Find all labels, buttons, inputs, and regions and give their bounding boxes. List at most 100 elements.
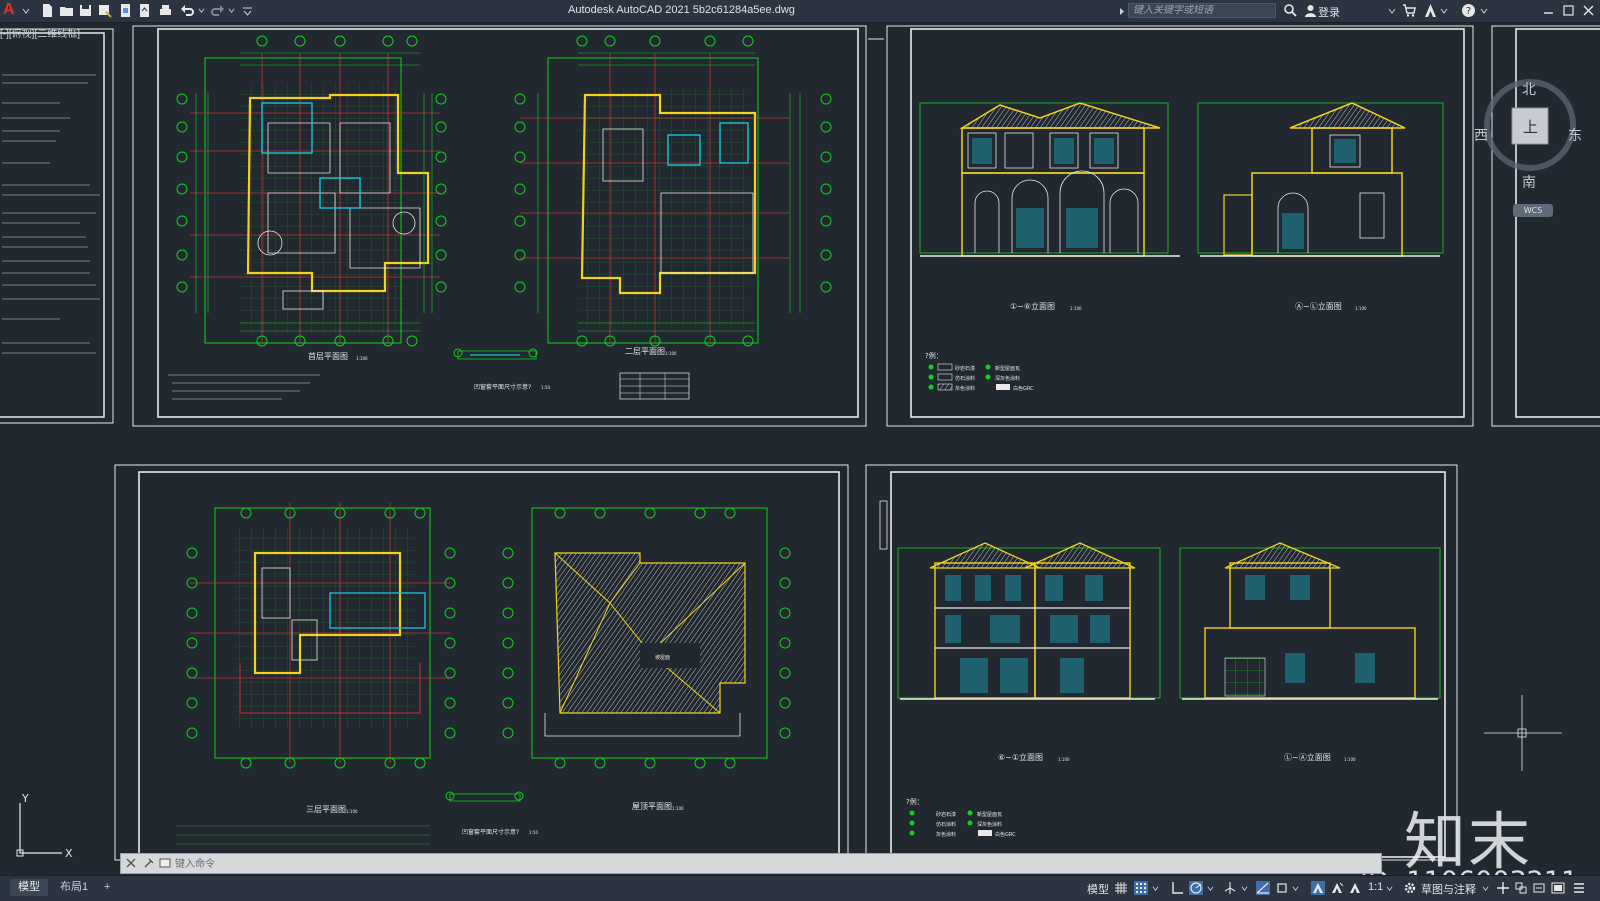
elevation-6-1-scale: 1:100 bbox=[1058, 757, 1070, 762]
add-layout-button[interactable]: + bbox=[96, 879, 118, 896]
shopping-cart-icon[interactable] bbox=[1402, 3, 1417, 18]
viewcube-south[interactable]: 南 bbox=[1522, 172, 1536, 192]
save-as-icon[interactable] bbox=[97, 3, 112, 18]
crosshair-cursor bbox=[1484, 695, 1562, 771]
window-detail-title: 凹窗套平面尺寸示意? bbox=[474, 383, 531, 391]
undo-dropdown-icon[interactable] bbox=[198, 7, 205, 14]
hardware-acceleration-icon[interactable] bbox=[1532, 881, 1546, 895]
object-snap-icon[interactable] bbox=[1275, 881, 1289, 895]
viewcube-top-face[interactable]: 上 bbox=[1523, 116, 1538, 137]
elevation-a-l: Ⓐ~Ⓛ立面图 1:100 bbox=[1197, 102, 1444, 311]
annotation-monitor-icon[interactable] bbox=[1496, 881, 1510, 895]
redo-dropdown-icon[interactable] bbox=[228, 7, 235, 14]
snap-dropdown-icon[interactable] bbox=[1152, 885, 1159, 892]
command-line[interactable] bbox=[120, 853, 1382, 874]
drawing-canvas[interactable]: 首层平面图 1:100 凹窗套平面尺寸示意? 1:50 二层平面图 1:100 … bbox=[0, 23, 1600, 897]
viewcube[interactable]: 北 南 东 西 上 bbox=[1474, 73, 1582, 191]
ortho-icon[interactable] bbox=[1170, 881, 1184, 895]
workspace-dropdown-icon[interactable] bbox=[1482, 885, 1489, 892]
annotation-scale-icon[interactable] bbox=[1348, 881, 1362, 895]
customize-toolbar-icon[interactable] bbox=[240, 3, 255, 18]
workspace-gear-icon[interactable] bbox=[1403, 881, 1417, 895]
polar-tracking-icon[interactable] bbox=[1189, 881, 1203, 895]
tab-layout1[interactable]: 布局1 bbox=[52, 879, 96, 896]
viewport-controls[interactable]: [-][俯视][二维线框] bbox=[0, 25, 80, 40]
app-menu-chevron-icon[interactable] bbox=[22, 7, 30, 15]
close-icon[interactable] bbox=[1581, 3, 1596, 18]
legend-item-1: 砂岩石漆 bbox=[955, 365, 975, 372]
legend-item-4: 新型屋面瓦 bbox=[995, 365, 1020, 372]
undo-icon[interactable] bbox=[180, 3, 195, 18]
viewcube-east[interactable]: 东 bbox=[1568, 125, 1582, 145]
customization-menu-icon[interactable] bbox=[1572, 881, 1586, 895]
isolate-objects-icon[interactable] bbox=[1514, 881, 1528, 895]
window-detail-title-2: 凹窗套平面尺寸示意? bbox=[462, 828, 519, 836]
second-floor-plan: 二层平面图 1:100 bbox=[514, 35, 832, 400]
autodesk-a360-icon[interactable] bbox=[1423, 3, 1438, 18]
polar-dropdown-icon[interactable] bbox=[1207, 885, 1214, 892]
legend-item-6: 白色GRC bbox=[1013, 385, 1034, 392]
command-close-icon[interactable] bbox=[125, 857, 137, 869]
elevation-1-6-title: ①~⑥立面图 bbox=[1010, 301, 1055, 311]
open-folder-icon[interactable] bbox=[59, 3, 74, 18]
snap-mode-icon[interactable] bbox=[1134, 881, 1148, 895]
autocad-logo[interactable]: A bbox=[3, 1, 15, 19]
viewcube-north[interactable]: 北 bbox=[1522, 79, 1536, 99]
help-dropdown-icon[interactable] bbox=[1480, 7, 1488, 15]
workspace-switch[interactable]: 草图与注释 bbox=[1421, 881, 1476, 897]
elevation-l-a: Ⓛ~Ⓐ立面图 1:100 bbox=[1179, 542, 1441, 762]
login-dropdown-icon[interactable] bbox=[1388, 7, 1396, 15]
isodraft-dropdown-icon[interactable] bbox=[1241, 885, 1248, 892]
isodraft-icon[interactable] bbox=[1223, 881, 1237, 895]
legend2-item-6: 白色GRC bbox=[995, 831, 1016, 838]
legend2-item-4: 新型屋面瓦 bbox=[977, 811, 1002, 818]
scale-dropdown-icon[interactable] bbox=[1386, 885, 1393, 892]
legend-item-3: 灰色涂料 bbox=[955, 385, 975, 392]
elevation-6-1-title: ⑥~①立面图 bbox=[998, 752, 1043, 762]
sheet-elevations-2[interactable]: ⑥~①立面图 1:100 Ⓛ~Ⓐ立面图 1:100 ?例： 砂岩石漆 仿石涂料 … bbox=[865, 464, 1458, 861]
save-icon[interactable] bbox=[78, 3, 93, 18]
viewcube-west[interactable]: 西 bbox=[1474, 125, 1488, 145]
open-from-web-icon[interactable] bbox=[118, 3, 133, 18]
new-file-icon[interactable] bbox=[40, 3, 55, 18]
roof-plan: 坡屋面 屋顶平面图 1:100 bbox=[502, 507, 791, 811]
command-input[interactable] bbox=[173, 856, 1077, 872]
legend2-item-2: 仿石涂料 bbox=[936, 821, 956, 828]
ucs-x-label: X bbox=[65, 847, 73, 860]
title-bar: A Autodesk AutoCAD 2021 5b2c61284a5ee.dw… bbox=[0, 0, 1600, 23]
search-input[interactable] bbox=[1128, 3, 1276, 18]
user-icon[interactable] bbox=[1303, 3, 1318, 18]
roof-plan-scale: 1:100 bbox=[672, 806, 684, 811]
legend-title-1: ?例： bbox=[925, 351, 943, 360]
command-customize-icon[interactable] bbox=[143, 857, 155, 869]
elevation-a-l-title: Ⓐ~Ⓛ立面图 bbox=[1295, 301, 1342, 311]
object-snap-tracking-icon[interactable] bbox=[1256, 881, 1270, 895]
third-floor-scale: 1:100 bbox=[346, 809, 358, 814]
sheet-elevations-1[interactable]: ①~⑥立面图 1:100 Ⓐ~Ⓛ立面图 1:100 ?例： 砂岩石漆 仿石涂料 … bbox=[865, 25, 1474, 427]
annotation-visibility-icon[interactable] bbox=[1311, 881, 1325, 895]
ucs-y-label: Y bbox=[21, 792, 29, 805]
osnap-dropdown-icon[interactable] bbox=[1292, 885, 1299, 892]
search-expand-icon[interactable] bbox=[1119, 7, 1126, 16]
maximize-icon[interactable] bbox=[1561, 3, 1576, 18]
a360-dropdown-icon[interactable] bbox=[1440, 7, 1448, 15]
minimize-icon[interactable] bbox=[1541, 3, 1556, 18]
help-icon[interactable]: ? bbox=[1461, 3, 1476, 18]
redo-icon[interactable] bbox=[210, 3, 225, 18]
save-to-web-icon[interactable] bbox=[137, 3, 152, 18]
grid-icon[interactable] bbox=[1114, 881, 1128, 895]
ground-floor-scale: 1:100 bbox=[356, 356, 368, 361]
tab-model[interactable]: 模型 bbox=[10, 879, 48, 896]
model-space-toggle[interactable]: 模型 bbox=[1087, 881, 1109, 897]
plot-icon[interactable] bbox=[158, 3, 173, 18]
wcs-menu[interactable]: WCS bbox=[1513, 204, 1553, 217]
sheet-floor-plans-1-2[interactable]: 首层平面图 1:100 凹窗套平面尺寸示意? 1:50 二层平面图 1:100 bbox=[132, 25, 867, 427]
login-link[interactable]: 登录 bbox=[1318, 4, 1340, 20]
sheet-floor-plans-3-roof[interactable]: 三层平面图 1:100 凹窗套平面尺寸示意? 1:50 坡屋面 屋顶平面图 1:… bbox=[114, 464, 849, 861]
command-history-icon[interactable] bbox=[159, 857, 171, 869]
auto-scale-icon[interactable] bbox=[1330, 881, 1344, 895]
clean-screen-icon[interactable] bbox=[1551, 881, 1565, 895]
search-icon[interactable] bbox=[1283, 3, 1298, 18]
roof-slope-label: 坡屋面 bbox=[655, 654, 670, 661]
annotation-scale-value[interactable]: 1:1 bbox=[1368, 881, 1383, 893]
